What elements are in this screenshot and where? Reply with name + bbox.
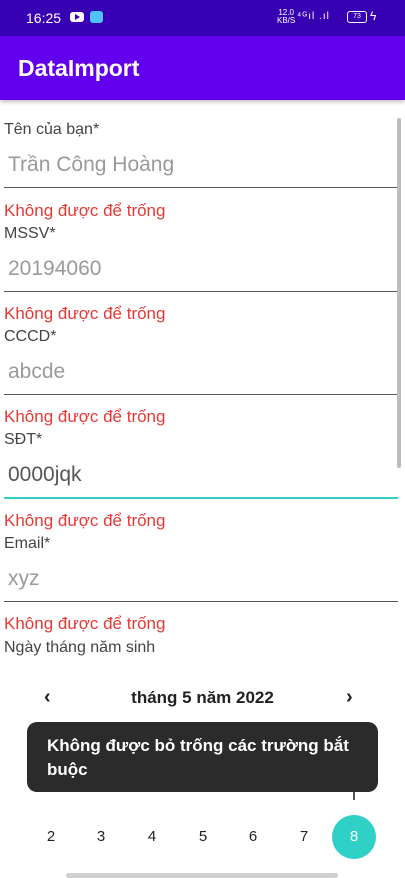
email-label: Email* (4, 535, 51, 552)
mssv-field[interactable]: 20194060 (4, 251, 398, 292)
email-error: Không được để trống (4, 614, 166, 633)
calendar-day[interactable]: 7 (289, 828, 319, 845)
toast-message: Không được bỏ trống các trường bắt buộc (47, 736, 349, 779)
toast: Không được bỏ trống các trường bắt buộc (27, 722, 378, 792)
mssv-input-value: 20194060 (8, 257, 102, 280)
calendar-divider (353, 792, 355, 800)
mssv-error: Không được để trống (4, 304, 166, 323)
name-input-value: Trần Công Hoàng (8, 153, 175, 176)
calendar-day-selected[interactable]: 8 (332, 815, 376, 859)
calendar-day[interactable]: 2 (36, 828, 66, 845)
sdt-error: Không được để trống (4, 511, 166, 530)
scrollbar[interactable] (397, 118, 401, 468)
name-error: Không được để trống (4, 201, 166, 220)
next-month-button[interactable]: › (346, 686, 353, 709)
calendar-day[interactable]: 5 (188, 828, 218, 845)
email-field[interactable]: xyz (4, 561, 398, 602)
cccd-input-value: abcde (8, 360, 66, 383)
status-time: 16:25 (26, 10, 62, 26)
mssv-label: MSSV* (4, 225, 56, 242)
name-label: Tên của bạn* (4, 121, 100, 138)
battery-icon: 73 (347, 11, 367, 23)
signal-icon: ⁴ᴳıl .ıl (297, 11, 330, 22)
cccd-label: CCCD* (4, 328, 57, 345)
messenger-notification-icon (90, 11, 103, 23)
charging-icon: ϟ (370, 9, 377, 23)
sdt-field[interactable]: 0000jqk (4, 457, 398, 499)
app-bar: DataImport (0, 36, 405, 100)
calendar-day[interactable]: 4 (137, 828, 167, 845)
gesture-nav-bar[interactable] (66, 873, 338, 878)
network-speed: 12.0 KB/S (277, 9, 295, 25)
app-title: DataImport (18, 55, 140, 81)
name-field[interactable]: Trần Công Hoàng (4, 147, 398, 188)
status-bar: 16:25 12.0 KB/S ⁴ᴳıl .ıl 73 ϟ (0, 0, 405, 36)
calendar-day[interactable]: 3 (86, 828, 116, 845)
calendar-month-title: tháng 5 năm 2022 (131, 688, 274, 707)
sdt-input-value: 0000jqk (8, 463, 82, 486)
dob-label: Ngày tháng năm sinh (4, 639, 156, 656)
youtube-notification-icon (70, 12, 84, 22)
email-input-value: xyz (8, 567, 40, 590)
network-speed-unit: KB/S (277, 16, 296, 25)
sdt-label: SĐT* (4, 431, 43, 448)
cccd-field[interactable]: abcde (4, 354, 398, 395)
cccd-error: Không được để trống (4, 407, 166, 426)
calendar-day[interactable]: 6 (238, 828, 268, 845)
